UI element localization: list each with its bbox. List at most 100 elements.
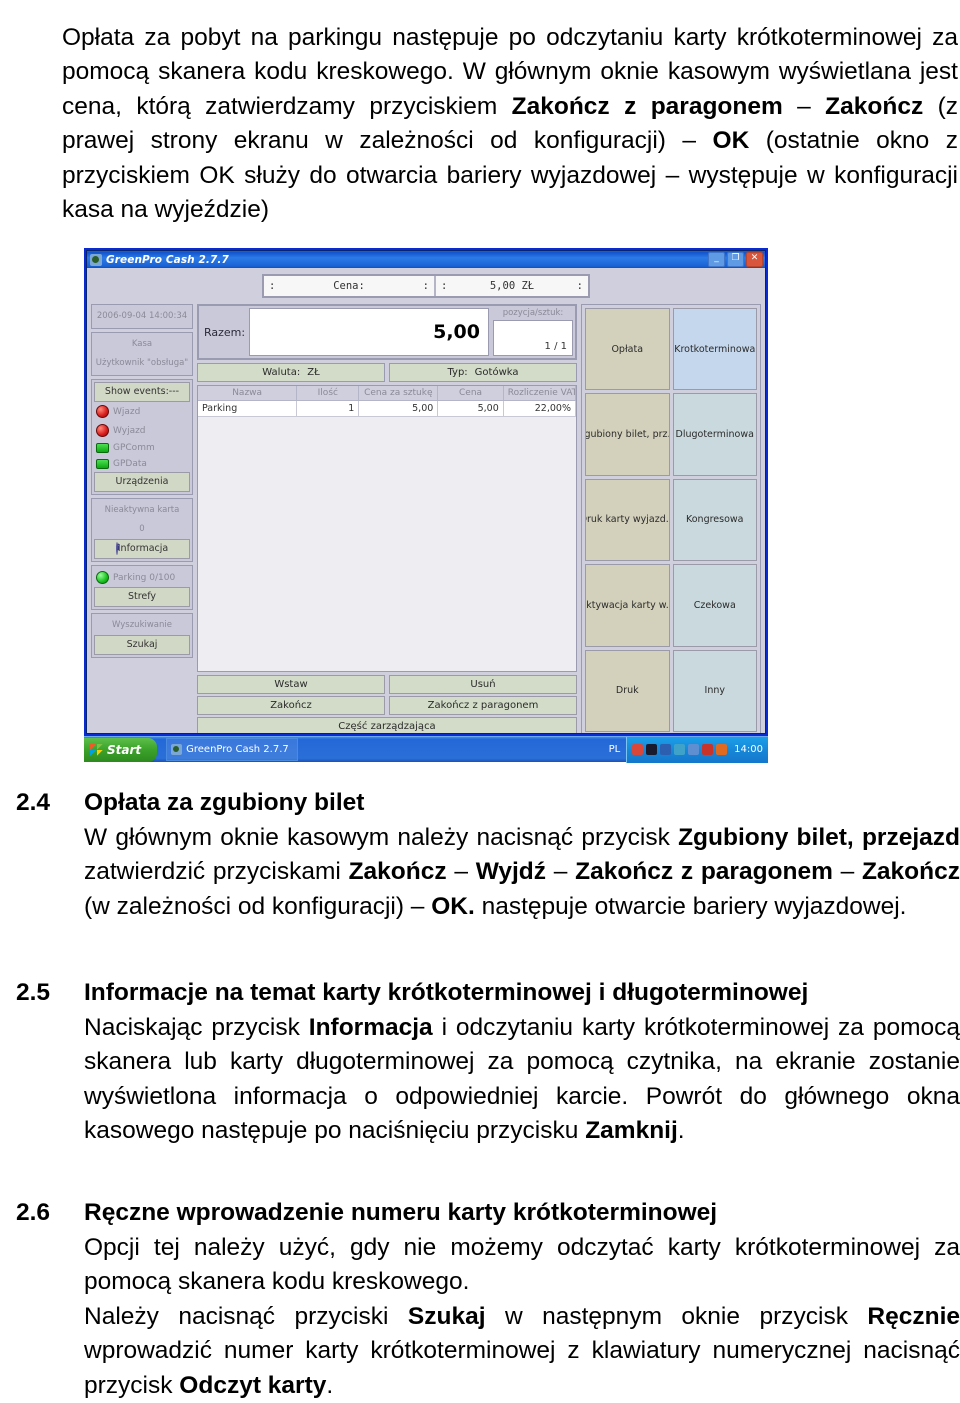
positions-value: 1 / 1 bbox=[493, 320, 573, 356]
delete-button[interactable]: Usuń bbox=[389, 675, 577, 694]
start-button-label: Start bbox=[107, 743, 141, 757]
keypad-button[interactable]: Kongresowa bbox=[673, 479, 758, 561]
section-paragraph: Naciskając przycisk Informacja i odczyta… bbox=[84, 1011, 960, 1149]
table-row[interactable]: Parking15,005,0022,00% bbox=[198, 401, 576, 417]
tray-icon[interactable] bbox=[632, 744, 643, 755]
minimize-icon[interactable]: _ bbox=[708, 252, 725, 267]
taskbar-item-greenpro[interactable]: GreenPro Cash 2.7.7 bbox=[166, 738, 298, 761]
keypad-button[interactable]: Czekowa bbox=[673, 564, 758, 646]
parking-led-icon bbox=[96, 571, 109, 584]
devices-button[interactable]: Urządzenia bbox=[94, 472, 190, 492]
body-text: – bbox=[783, 93, 825, 120]
greenpro-cash-screenshot-figure: GreenPro Cash 2.7.7 _ ❐ ✕ : Cena: : bbox=[84, 248, 768, 762]
sidebar-station-user: Użytkownik "obsługa" bbox=[94, 354, 190, 373]
total-label: Razem: bbox=[201, 308, 249, 356]
emphasized-text: Odczyt karty bbox=[179, 1372, 326, 1399]
keypad-button[interactable]: Aktywacja karty w... bbox=[585, 564, 670, 646]
taskbar-item-label: GreenPro Cash 2.7.7 bbox=[186, 744, 289, 755]
finish-with-receipt-button[interactable]: Zakończ z paragonem bbox=[389, 696, 577, 715]
receipt-items-table: NazwaIlośćCena za sztukęCenaRozliczenie … bbox=[198, 386, 576, 417]
gpdata-led-icon bbox=[96, 459, 109, 469]
command-buttons: Wstaw Usuń Zakończ Zakończ z paragonem C… bbox=[197, 675, 577, 734]
intro-paragraph: Opłata za pobyt na parkingu następuje po… bbox=[62, 21, 958, 228]
info-button[interactable]: Informacja bbox=[94, 539, 190, 559]
section-body: Informacje na temat karty krótkoterminow… bbox=[84, 976, 960, 1149]
emphasized-text: OK. bbox=[431, 893, 475, 920]
tray-icon[interactable] bbox=[674, 744, 685, 755]
command-row-2: Zakończ Zakończ z paragonem bbox=[197, 696, 577, 715]
emphasized-text: Zgubiony bilet, przejazd bbox=[678, 824, 960, 851]
body-text: – bbox=[447, 858, 476, 885]
body-text: . bbox=[678, 1117, 685, 1144]
emphasized-text: Zamknij bbox=[585, 1117, 678, 1144]
system-tray: 14:00 bbox=[626, 737, 768, 763]
taskbar-app-icon bbox=[171, 744, 182, 755]
maximize-icon[interactable]: ❐ bbox=[727, 252, 744, 267]
emphasized-text: Zakończ z paragonem bbox=[512, 93, 783, 120]
table-column-header[interactable]: Cena bbox=[438, 386, 503, 401]
tray-icon[interactable] bbox=[702, 744, 713, 755]
emphasized-text: Zakończ z paragonem bbox=[575, 858, 833, 885]
zones-button[interactable]: Strefy bbox=[94, 587, 190, 607]
tray-icon[interactable] bbox=[688, 744, 699, 755]
keypad-button[interactable]: Inny bbox=[673, 650, 758, 732]
table-column-header[interactable]: Rozliczenie VAT bbox=[503, 386, 575, 401]
keypad-button[interactable]: Opłata bbox=[585, 308, 670, 390]
positions-label: pozycja/sztuk: bbox=[493, 308, 573, 320]
section-paragraph: Opcji tej należy użyć, gdy nie możemy od… bbox=[84, 1231, 960, 1403]
sidebar-parking-group: Parking 0/100 Strefy bbox=[91, 565, 193, 610]
gpcomm-led-icon bbox=[96, 443, 109, 453]
section-body: Opłata za zgubiony biletW głównym oknie … bbox=[84, 786, 960, 924]
tray-icon[interactable] bbox=[716, 744, 727, 755]
close-icon[interactable]: ✕ bbox=[746, 252, 763, 267]
exit-status-row: Wyjazd bbox=[94, 421, 190, 440]
payment-type-cell: Typ: Gotówka bbox=[389, 363, 577, 382]
entry-led-icon bbox=[96, 405, 109, 418]
language-indicator[interactable]: PL bbox=[609, 744, 621, 755]
insert-button[interactable]: Wstaw bbox=[197, 675, 385, 694]
left-sidebar: 2006-09-04 14:00:34 Kasa Użytkownik "obs… bbox=[91, 304, 193, 734]
finish-button[interactable]: Zakończ bbox=[197, 696, 385, 715]
table-column-header[interactable]: Nazwa bbox=[198, 386, 297, 401]
sidebar-station-group: Kasa Użytkownik "obsługa" bbox=[91, 332, 193, 376]
show-events-button[interactable]: Show events:--- bbox=[94, 382, 190, 402]
keypad-button[interactable]: Druk bbox=[585, 650, 670, 732]
body-text: zatwierdzić przyciskami bbox=[84, 858, 349, 885]
table-column-header[interactable]: Ilość bbox=[297, 386, 359, 401]
search-group-label: Wyszukiwanie bbox=[94, 616, 190, 635]
body-text: Opcji tej należy użyć, gdy nie możemy od… bbox=[84, 1234, 960, 1296]
sidebar-search-group: Wyszukiwanie Szukaj bbox=[91, 613, 193, 658]
payment-type-value: Gotówka bbox=[475, 367, 519, 378]
gpdata-label: GPData bbox=[113, 459, 147, 469]
emphasized-text: Wyjdź bbox=[476, 858, 546, 885]
section-body: Ręczne wprowadzenie numeru karty krótkot… bbox=[84, 1196, 960, 1403]
table-header-row: NazwaIlośćCena za sztukęCenaRozliczenie … bbox=[198, 386, 576, 401]
keypad-button[interactable]: Dlugoterminowa bbox=[673, 393, 758, 475]
start-button[interactable]: Start bbox=[84, 738, 157, 762]
sidebar-datetime-group: 2006-09-04 14:00:34 bbox=[91, 304, 193, 329]
parking-status-label: Parking 0/100 bbox=[113, 573, 175, 583]
section-2-5: 2.5Informacje na temat karty krótkotermi… bbox=[16, 976, 960, 1149]
emphasized-text: Szukaj bbox=[408, 1303, 486, 1330]
search-button[interactable]: Szukaj bbox=[94, 635, 190, 655]
meta-row: Waluta: ZŁ Typ: Gotówka bbox=[197, 363, 577, 382]
windows-flag-icon bbox=[90, 744, 103, 756]
tray-icon[interactable] bbox=[660, 744, 671, 755]
table-column-header[interactable]: Cena za sztukę bbox=[359, 386, 438, 401]
keypad-button[interactable]: Druk karty wyjazd... bbox=[585, 479, 670, 561]
keypad-button[interactable]: Zgubiony bilet, prz... bbox=[585, 393, 670, 475]
info-button-label: Informacja bbox=[118, 543, 168, 554]
body-text: Należy nacisnąć przyciski bbox=[84, 1303, 408, 1330]
table-cell-vat: 22,00% bbox=[503, 401, 575, 417]
command-row-3: Część zarządzająca bbox=[197, 717, 577, 734]
emphasized-text: OK bbox=[713, 127, 750, 154]
tray-icon[interactable] bbox=[646, 744, 657, 755]
section-number: 2.4 bbox=[16, 786, 84, 821]
table-cell-unit-price: 5,00 bbox=[359, 401, 438, 417]
keypad-button[interactable]: Krotkoterminowa bbox=[673, 308, 758, 390]
window-title: GreenPro Cash 2.7.7 bbox=[106, 254, 708, 266]
currency-label: Waluta: bbox=[262, 367, 300, 378]
section-title: Opłata za zgubiony bilet bbox=[84, 786, 960, 821]
emphasized-text: Informacja bbox=[309, 1014, 433, 1041]
management-section-button[interactable]: Część zarządzająca bbox=[197, 717, 577, 734]
